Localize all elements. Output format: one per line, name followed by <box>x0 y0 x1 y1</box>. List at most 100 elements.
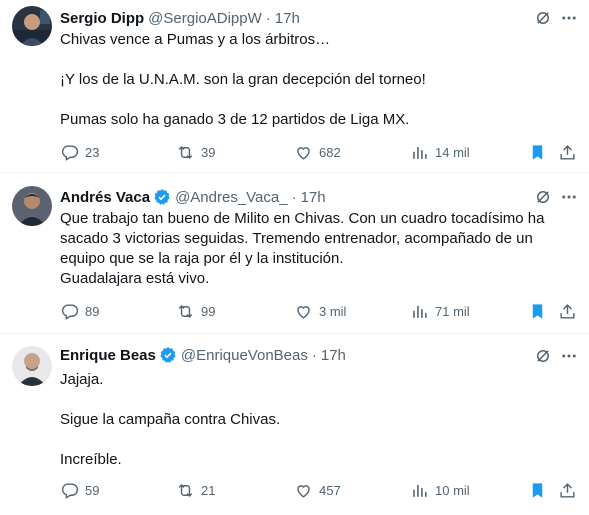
tweet-line: Chivas vence a Pumas y a los árbitros… <box>60 31 331 48</box>
bookmark-icon <box>532 482 543 498</box>
views-button[interactable]: 10 mil <box>410 478 470 502</box>
reply-button[interactable]: 23 <box>60 140 99 164</box>
grok-icon[interactable] <box>533 8 553 28</box>
tweet-1[interactable]: Sergio Dipp @SergioADippW · 17h Chivas v… <box>0 0 589 172</box>
tweet-header: Sergio Dipp @SergioADippW · 17h <box>60 8 300 28</box>
tweet-text: Chivas vence a Pumas y a los árbitros… ¡… <box>60 30 575 130</box>
share-icon <box>560 303 575 319</box>
reply-button[interactable]: 59 <box>60 478 99 502</box>
like-button[interactable]: 682 <box>294 140 341 164</box>
avatar[interactable] <box>12 6 52 46</box>
retweet-icon <box>178 145 193 159</box>
grok-icon[interactable] <box>533 187 553 207</box>
tweet-line: Jajaja. <box>60 371 104 388</box>
avatar[interactable] <box>12 346 52 386</box>
bookmark-icon <box>532 303 543 319</box>
heart-icon <box>297 305 310 319</box>
tweet-actions: 89 99 3 mil 71 mil <box>52 299 582 323</box>
reply-icon <box>61 303 79 320</box>
tweet-line <box>60 50 575 70</box>
tweet-line: equipo que se la raja por él y la instit… <box>60 250 344 267</box>
timestamp[interactable]: 17h <box>275 10 300 27</box>
like-button[interactable]: 3 mil <box>294 299 346 323</box>
like-button[interactable]: 457 <box>294 478 341 502</box>
tweet-line: Sigue la campaña contra Chivas. <box>60 411 281 428</box>
reply-icon <box>61 482 79 499</box>
like-count: 3 mil <box>319 303 347 319</box>
share-button[interactable] <box>558 140 577 164</box>
retweet-count: 21 <box>201 482 216 498</box>
tweet-text: Jajaja. Sigue la campaña contra Chivas. … <box>60 370 575 470</box>
heart-icon <box>297 146 310 160</box>
verified-badge-icon <box>153 188 171 206</box>
more-options-icon[interactable] <box>559 187 579 207</box>
retweet-icon <box>178 483 193 497</box>
bookmark-button[interactable] <box>528 140 547 164</box>
tweet-2[interactable]: Andrés Vaca @Andres_Vaca_ · 17h Que trab… <box>0 173 589 333</box>
reply-icon <box>61 144 79 161</box>
tweet-line: Increíble. <box>60 451 122 468</box>
share-icon <box>560 482 575 498</box>
retweet-count: 99 <box>201 303 216 319</box>
views-count: 10 mil <box>435 482 470 498</box>
tweet-actions: 23 39 682 14 mil <box>52 140 582 164</box>
verified-badge-icon <box>159 346 177 364</box>
tweet-line <box>60 430 575 450</box>
author-handle[interactable]: @EnriqueVonBeas <box>181 347 308 364</box>
reply-button[interactable]: 89 <box>60 299 99 323</box>
author-handle[interactable]: @SergioADippW <box>148 10 262 27</box>
separator-dot: · <box>265 9 271 27</box>
reply-count: 59 <box>85 482 100 498</box>
tweet-line: Guadalajara está vivo. <box>60 270 210 287</box>
retweet-icon <box>178 304 193 318</box>
separator-dot: · <box>311 346 317 364</box>
grok-icon[interactable] <box>533 346 553 366</box>
tweet-line: sacado 3 victorias seguidas. Tremendo en… <box>60 230 533 247</box>
tweet-line: Que trabajo tan bueno de Milito en Chiva… <box>60 210 545 227</box>
like-count: 457 <box>319 482 341 498</box>
separator-dot: · <box>291 188 297 206</box>
tweet-line: Pumas solo ha ganado 3 de 12 partidos de… <box>60 111 410 128</box>
retweet-button[interactable]: 21 <box>176 478 215 502</box>
more-options-icon[interactable] <box>559 8 579 28</box>
retweet-count: 39 <box>201 144 216 160</box>
tweet-line <box>60 90 575 110</box>
share-button[interactable] <box>558 478 577 502</box>
author-name[interactable]: Enrique Beas <box>60 347 156 364</box>
tweet-text: Que trabajo tan bueno de Milito en Chiva… <box>60 209 575 289</box>
bookmark-icon <box>532 144 543 160</box>
retweet-button[interactable]: 39 <box>176 140 215 164</box>
author-name[interactable]: Sergio Dipp <box>60 10 144 27</box>
reply-count: 89 <box>85 303 100 319</box>
reply-count: 23 <box>85 144 100 160</box>
avatar-image <box>12 346 52 386</box>
tweet-3[interactable]: Enrique Beas @EnriqueVonBeas · 17h Jajaj… <box>0 334 589 515</box>
bookmark-button[interactable] <box>528 478 547 502</box>
tweet-actions: 59 21 457 10 mil <box>52 478 582 502</box>
views-button[interactable]: 71 mil <box>410 299 470 323</box>
tweet-header: Enrique Beas @EnriqueVonBeas · 17h <box>60 345 346 365</box>
share-icon <box>560 144 575 160</box>
avatar-image <box>12 186 52 226</box>
tweet-line: ¡Y los de la U.N.A.M. son la gran decepc… <box>60 71 426 88</box>
share-button[interactable] <box>558 299 577 323</box>
views-icon <box>413 305 427 318</box>
more-options-icon[interactable] <box>559 346 579 366</box>
views-count: 71 mil <box>435 303 470 319</box>
heart-icon <box>297 484 310 498</box>
retweet-button[interactable]: 99 <box>176 299 215 323</box>
views-count: 14 mil <box>435 144 470 160</box>
timestamp[interactable]: 17h <box>301 189 326 206</box>
views-button[interactable]: 14 mil <box>410 140 470 164</box>
timestamp[interactable]: 17h <box>321 347 346 364</box>
author-name[interactable]: Andrés Vaca <box>60 189 150 206</box>
author-handle[interactable]: @Andres_Vaca_ <box>175 189 288 206</box>
tweet-line <box>60 390 575 410</box>
views-icon <box>413 484 427 497</box>
tweet-header: Andrés Vaca @Andres_Vaca_ · 17h <box>60 187 326 207</box>
bookmark-button[interactable] <box>528 299 547 323</box>
views-icon <box>413 146 427 159</box>
avatar-image <box>12 6 52 46</box>
avatar[interactable] <box>12 186 52 226</box>
like-count: 682 <box>319 144 341 160</box>
